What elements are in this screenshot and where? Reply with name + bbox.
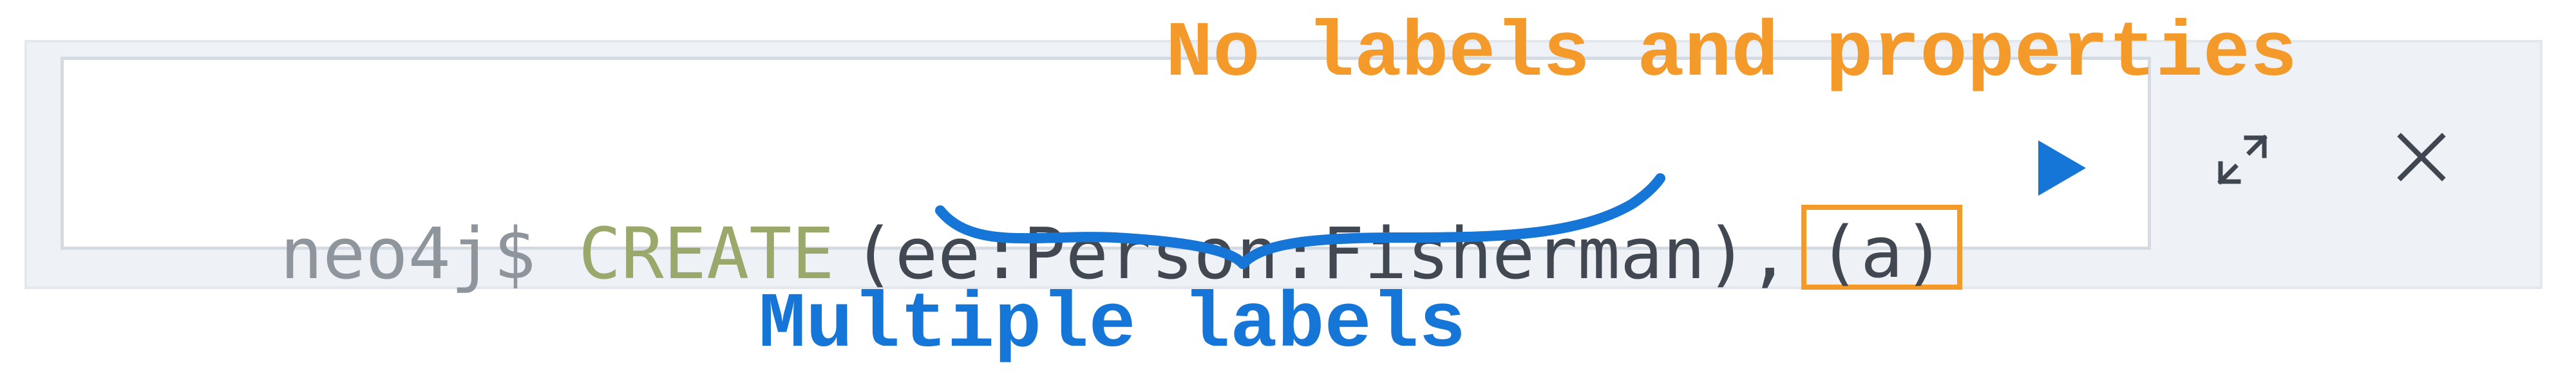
annotation-top-note: No labels and properties: [1166, 9, 2298, 99]
expand-icon: [2217, 135, 2268, 185]
multiple-labels-brace: [935, 173, 1665, 269]
blue-curly-brace: [935, 173, 1665, 269]
query-prompt: neo4j$: [279, 212, 536, 295]
highlighted-anonymous-node: (a): [1801, 205, 1963, 294]
screenshot-stage: No labels and properties neo4j$ CREATE (ee…: [0, 0, 2576, 385]
annotation-bottom-note: Multiple labels: [759, 280, 1466, 370]
run-query-button[interactable]: [2025, 133, 2096, 203]
play-icon: [2038, 140, 2086, 196]
expand-editor-button[interactable]: [2215, 133, 2269, 187]
query-close-node: ),: [1705, 212, 1791, 295]
close-icon: [2397, 133, 2446, 182]
close-editor-button[interactable]: [2388, 124, 2455, 191]
